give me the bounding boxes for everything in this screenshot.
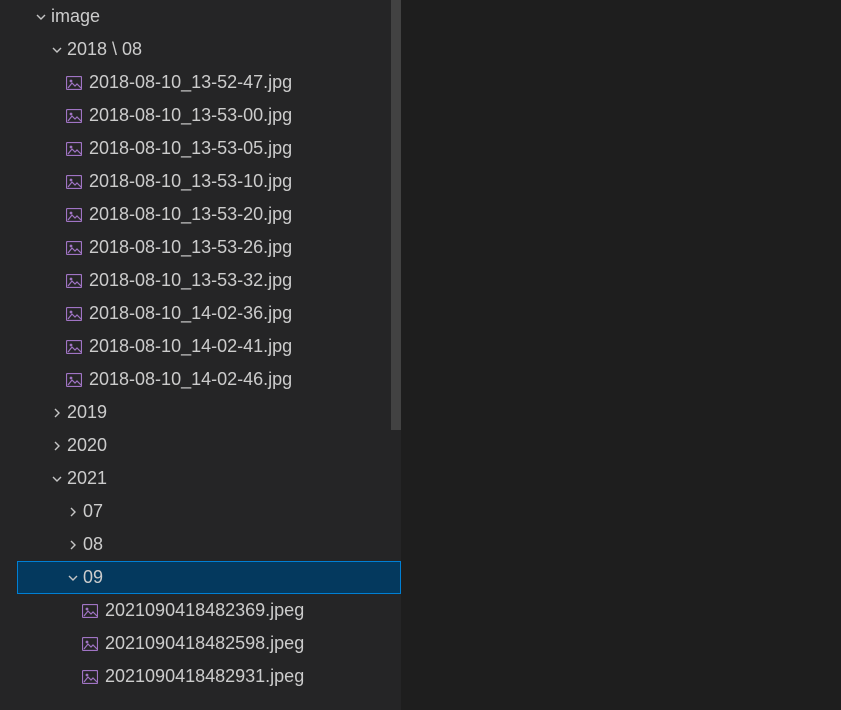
image-file-icon [63, 363, 85, 396]
image-file-icon [63, 231, 85, 264]
file-item[interactable]: 2018-08-10_13-53-05.jpg [17, 132, 401, 165]
app-root: image2018 \ 082018-08-10_13-52-47.jpg201… [0, 0, 841, 710]
file-tree[interactable]: image2018 \ 082018-08-10_13-52-47.jpg201… [17, 0, 401, 693]
file-label: 2021090418482369.jpeg [105, 594, 304, 627]
folder-label: 2019 [67, 396, 107, 429]
file-label: 2018-08-10_13-53-32.jpg [89, 264, 292, 297]
file-item[interactable]: 2018-08-10_13-53-26.jpg [17, 231, 401, 264]
chevron-right-icon[interactable] [47, 396, 67, 429]
file-label: 2018-08-10_13-53-00.jpg [89, 99, 292, 132]
image-file-icon [79, 660, 101, 693]
file-item[interactable]: 2018-08-10_14-02-46.jpg [17, 363, 401, 396]
file-item[interactable]: 2018-08-10_13-53-00.jpg [17, 99, 401, 132]
editor-area [401, 0, 841, 710]
file-item[interactable]: 2018-08-10_13-53-20.jpg [17, 198, 401, 231]
image-file-icon [63, 66, 85, 99]
image-file-icon [63, 99, 85, 132]
chevron-down-icon[interactable] [47, 33, 67, 66]
file-item[interactable]: 2018-08-10_13-53-32.jpg [17, 264, 401, 297]
file-label: 2018-08-10_14-02-36.jpg [89, 297, 292, 330]
image-file-icon [79, 627, 101, 660]
folder-label: image [51, 0, 100, 33]
folder-2018-08[interactable]: 2018 \ 08 [17, 33, 401, 66]
file-label: 2018-08-10_13-53-20.jpg [89, 198, 292, 231]
folder-label: 2020 [67, 429, 107, 462]
chevron-right-icon[interactable] [63, 495, 83, 528]
image-file-icon [63, 330, 85, 363]
file-item[interactable]: 2021090418482931.jpeg [17, 660, 401, 693]
folder-label: 2018 \ 08 [67, 33, 142, 66]
scrollbar-thumb[interactable] [391, 0, 401, 430]
image-file-icon [63, 165, 85, 198]
explorer-sidebar: image2018 \ 082018-08-10_13-52-47.jpg201… [0, 0, 401, 710]
chevron-down-icon[interactable] [63, 561, 83, 594]
file-item[interactable]: 2021090418482369.jpeg [17, 594, 401, 627]
file-item[interactable]: 2018-08-10_13-53-10.jpg [17, 165, 401, 198]
folder-2019[interactable]: 2019 [17, 396, 401, 429]
file-item[interactable]: 2018-08-10_14-02-41.jpg [17, 330, 401, 363]
file-label: 2018-08-10_14-02-41.jpg [89, 330, 292, 363]
folder-2020[interactable]: 2020 [17, 429, 401, 462]
folder-label: 09 [83, 561, 103, 594]
folder-2021[interactable]: 2021 [17, 462, 401, 495]
folder-image[interactable]: image [17, 0, 401, 33]
folder-label: 08 [83, 528, 103, 561]
sidebar-gutter [0, 0, 17, 710]
chevron-down-icon[interactable] [47, 462, 67, 495]
image-file-icon [63, 264, 85, 297]
folder-2021-08[interactable]: 08 [17, 528, 401, 561]
image-file-icon [63, 132, 85, 165]
image-file-icon [63, 198, 85, 231]
folder-2021-09[interactable]: 09 [17, 561, 401, 594]
file-item[interactable]: 2018-08-10_13-52-47.jpg [17, 66, 401, 99]
chevron-right-icon[interactable] [63, 528, 83, 561]
file-label: 2018-08-10_13-53-05.jpg [89, 132, 292, 165]
folder-label: 2021 [67, 462, 107, 495]
image-file-icon [79, 594, 101, 627]
file-label: 2021090418482931.jpeg [105, 660, 304, 693]
file-label: 2018-08-10_14-02-46.jpg [89, 363, 292, 396]
folder-label: 07 [83, 495, 103, 528]
file-item[interactable]: 2021090418482598.jpeg [17, 627, 401, 660]
file-label: 2021090418482598.jpeg [105, 627, 304, 660]
folder-2021-07[interactable]: 07 [17, 495, 401, 528]
file-label: 2018-08-10_13-53-10.jpg [89, 165, 292, 198]
image-file-icon [63, 297, 85, 330]
chevron-right-icon[interactable] [47, 429, 67, 462]
chevron-down-icon[interactable] [31, 0, 51, 33]
file-label: 2018-08-10_13-53-26.jpg [89, 231, 292, 264]
file-item[interactable]: 2018-08-10_14-02-36.jpg [17, 297, 401, 330]
file-label: 2018-08-10_13-52-47.jpg [89, 66, 292, 99]
